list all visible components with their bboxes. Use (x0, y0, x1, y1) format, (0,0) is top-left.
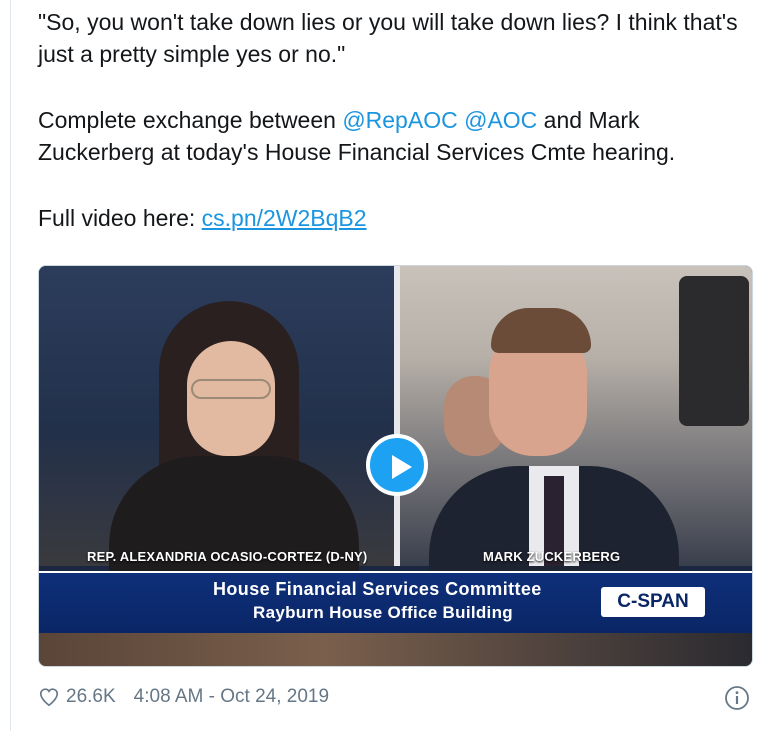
info-icon[interactable] (724, 685, 750, 711)
right-person-hair (491, 308, 591, 353)
glasses (191, 379, 271, 399)
video-prefix: Full video here: (38, 205, 202, 231)
right-speaker-caption: MARK ZUCKERBERG (483, 549, 621, 564)
mention-repaoc[interactable]: @RepAOC (342, 107, 457, 133)
split-screen-divider (394, 266, 400, 566)
like-count[interactable]: 26.6K (66, 686, 116, 708)
tweet-timestamp[interactable]: 4:08 AM - Oct 24, 2019 (134, 686, 329, 708)
cspan-logo: C-SPAN (601, 587, 705, 617)
video-bottom-strip (39, 633, 752, 666)
banner-title: House Financial Services Committee (213, 579, 542, 599)
cspan-banner: House Financial Services Committee Raybu… (39, 571, 752, 633)
play-icon (392, 455, 412, 479)
exchange-prefix: Complete exchange between (38, 107, 343, 133)
tweet-footer: 26.6K 4:08 AM - Oct 24, 2019 (38, 682, 329, 712)
tweet-text: "So, you won't take down lies or you wil… (38, 6, 758, 234)
tweet-exchange: Complete exchange between @RepAOC @AOC a… (38, 104, 758, 168)
heart-icon[interactable] (38, 686, 60, 708)
banner-location: Rayburn House Office Building (253, 603, 513, 622)
camera-silhouette (679, 276, 749, 426)
video-player[interactable]: REP. ALEXANDRIA OCASIO-CORTEZ (D-NY) MAR… (38, 265, 753, 667)
video-link[interactable]: cs.pn/2W2BqB2 (202, 205, 367, 231)
tweet-quote: "So, you won't take down lies or you wil… (38, 9, 738, 67)
mention-aoc[interactable]: @AOC (464, 107, 537, 133)
tweet-video-line: Full video here: cs.pn/2W2BqB2 (38, 202, 758, 234)
left-divider (10, 0, 11, 731)
caption-strip: REP. ALEXANDRIA OCASIO-CORTEZ (D-NY) MAR… (39, 546, 752, 568)
play-button[interactable] (366, 434, 428, 496)
left-speaker-caption: REP. ALEXANDRIA OCASIO-CORTEZ (D-NY) (87, 549, 368, 564)
